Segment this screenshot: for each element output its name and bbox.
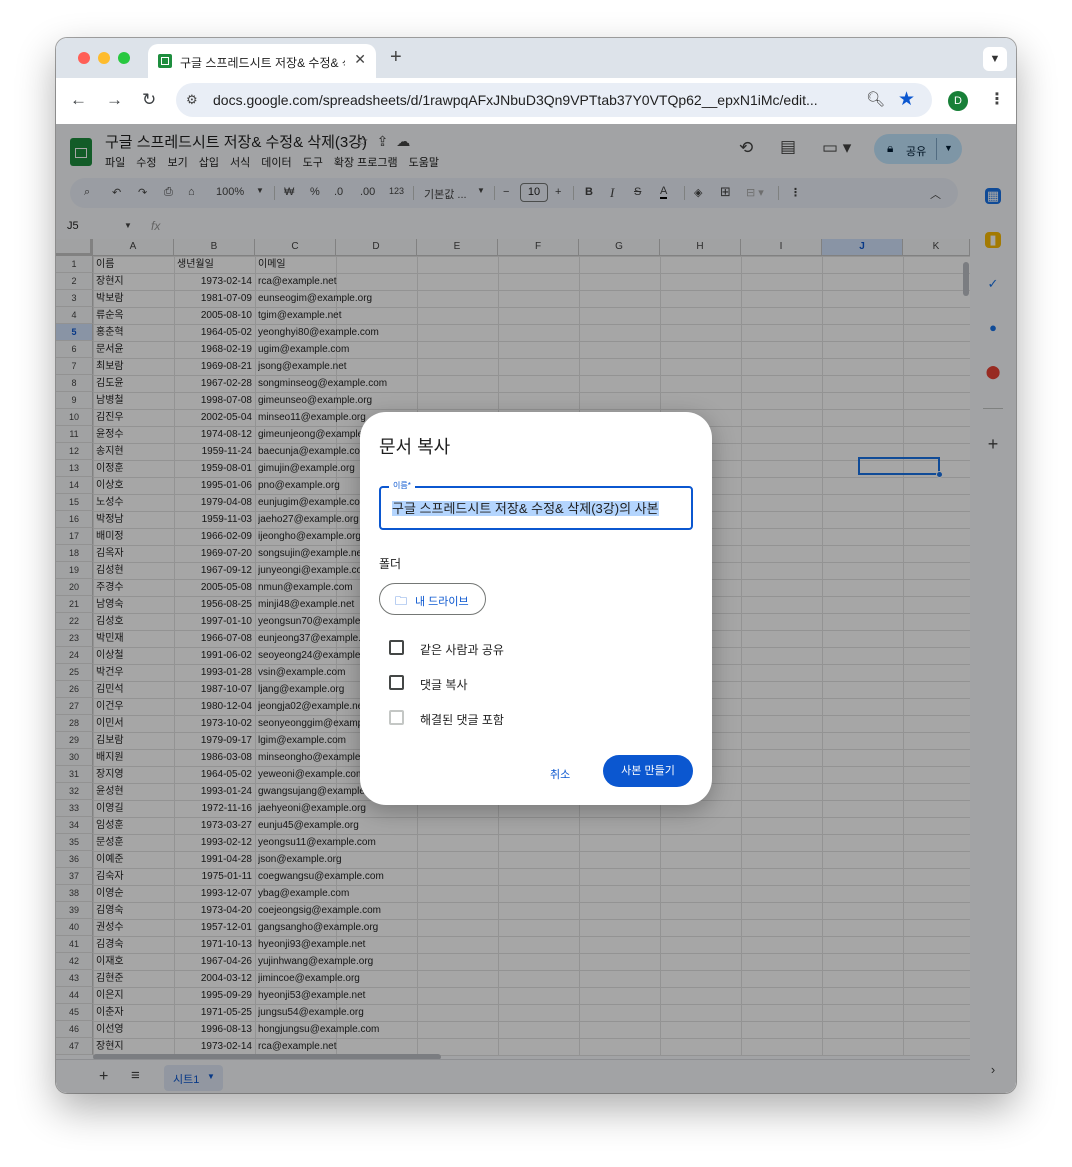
zoom-window-button[interactable]	[118, 52, 130, 64]
copy-name-input[interactable]: 구글 스프레드시트 저장& 수정& 삭제(3강)의 사본	[392, 501, 659, 516]
copy-document-dialog: 문서 복사 이름* 구글 스프레드시트 저장& 수정& 삭제(3강)의 사본 폴…	[360, 412, 712, 805]
tab-strip: 구글 스프레드시트 저장& 수정& 삭 ✕ + ▼	[56, 38, 1016, 78]
back-icon[interactable]: ←	[70, 90, 87, 110]
cancel-button[interactable]: 취소	[550, 766, 570, 782]
browser-window: 구글 스프레드시트 저장& 수정& 삭 ✕ + ▼ ← → ↻ ⚙ docs.g…	[56, 38, 1016, 1093]
url-text[interactable]: docs.google.com/spreadsheets/d/1rawpqAFx…	[213, 92, 818, 108]
folder-select-button[interactable]: 🗀 내 드라이브	[379, 583, 486, 615]
bookmark-star-icon[interactable]: ★	[898, 88, 915, 111]
copy-name-label: 이름*	[389, 480, 415, 491]
minimize-window-button[interactable]	[98, 52, 110, 64]
browser-tab[interactable]: 구글 스프레드시트 저장& 수정& 삭 ✕	[148, 44, 376, 78]
dialog-title: 문서 복사	[379, 437, 451, 457]
copy-comments-checkbox[interactable]	[389, 675, 404, 690]
close-tab-icon[interactable]: ✕	[354, 51, 366, 68]
include-resolved-checkbox	[389, 710, 404, 725]
new-tab-button[interactable]: +	[390, 46, 402, 69]
include-resolved-label: 해결된 댓글 포함	[420, 713, 504, 727]
address-bar[interactable]: ⚙ docs.google.com/spreadsheets/d/1rawpqA…	[176, 83, 932, 117]
share-same-people-checkbox[interactable]	[389, 640, 404, 655]
browser-profile-avatar[interactable]: D	[948, 91, 968, 111]
browser-menu-icon[interactable]: ⋮	[989, 89, 1005, 109]
make-copy-button[interactable]: 사본 만들기	[603, 755, 693, 787]
folder-icon: 🗀	[395, 594, 408, 608]
folder-chip-label: 내 드라이브	[415, 596, 469, 608]
sheets-favicon-icon	[158, 54, 172, 68]
copy-name-field[interactable]: 이름* 구글 스프레드시트 저장& 수정& 삭제(3강)의 사본	[379, 480, 693, 530]
copy-comments-label: 댓글 복사	[420, 678, 468, 692]
close-window-button[interactable]	[78, 52, 90, 64]
folder-label: 폴더	[379, 557, 402, 571]
tab-title: 구글 스프레드시트 저장& 수정& 삭	[180, 56, 345, 70]
reload-icon[interactable]: ↻	[142, 90, 156, 110]
site-settings-icon[interactable]: ⚙	[186, 92, 198, 108]
zoom-icon[interactable]: 🔍︎	[866, 90, 885, 108]
tab-search-button[interactable]: ▼	[983, 47, 1007, 71]
navigation-bar: ← → ↻ ⚙ docs.google.com/spreadsheets/d/1…	[56, 78, 1016, 124]
share-same-people-label: 같은 사람과 공유	[420, 643, 504, 657]
forward-icon[interactable]: →	[106, 90, 123, 110]
